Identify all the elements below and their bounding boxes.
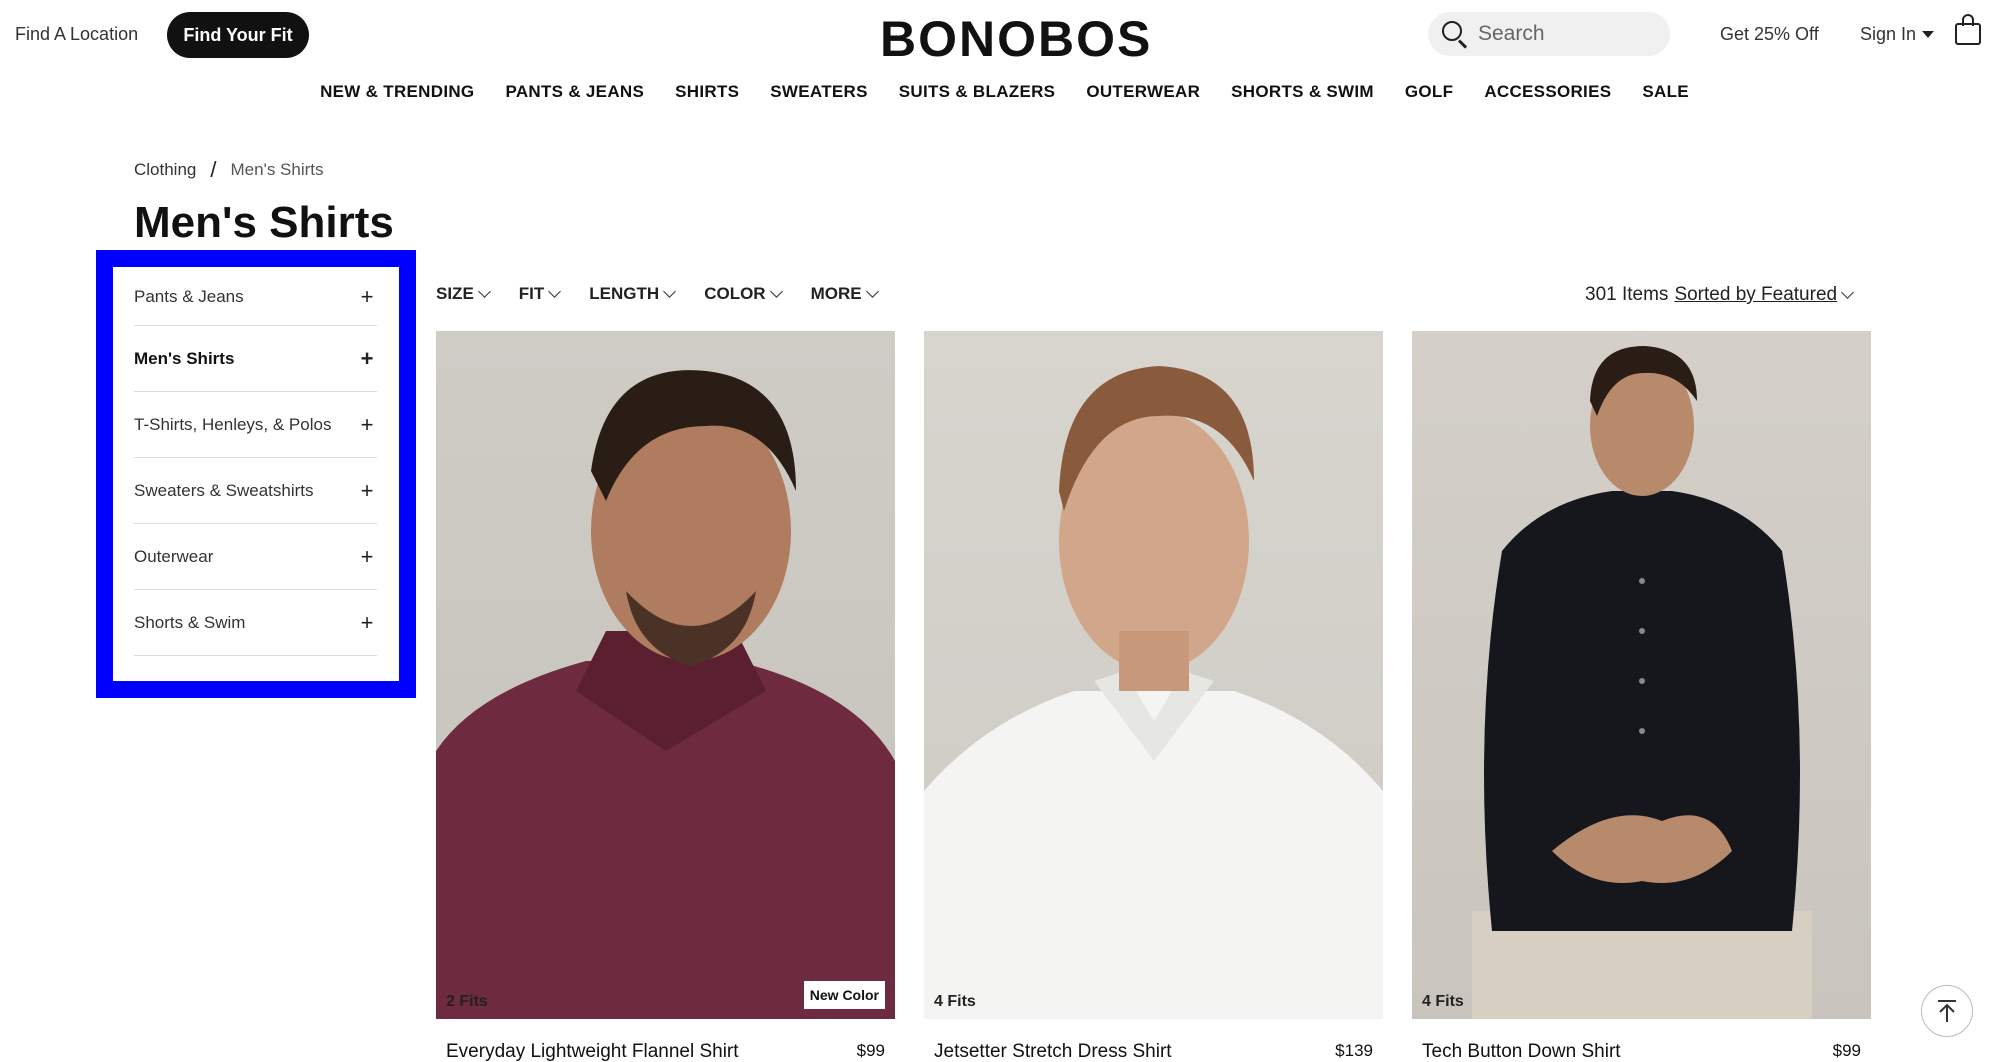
nav-golf[interactable]: GOLF [1405,82,1453,102]
sidebar-item-sweaters-sweatshirts[interactable]: Sweaters & Sweatshirts + [134,458,377,524]
product-price: $139 [1335,1041,1373,1060]
nav-sweaters[interactable]: SWEATERS [770,82,867,102]
nav-shorts-swim[interactable]: SHORTS & SWIM [1231,82,1374,102]
search-icon [1440,19,1470,49]
filter-label: MORE [810,284,862,303]
back-to-top-button[interactable] [1921,985,1973,1037]
sidebar-item-shorts-swim[interactable]: Shorts & Swim + [134,590,377,656]
chevron-down-icon [663,285,677,298]
sidebar-item-mens-shirts[interactable]: Men's Shirts + [134,326,377,392]
arrow-up-icon [1938,1000,1956,1022]
fits-label: 4 Fits [1422,993,1464,1010]
breadcrumb-separator: / [210,157,217,182]
nav-shirts[interactable]: SHIRTS [675,82,739,102]
nav-new-trending[interactable]: NEW & TRENDING [320,82,474,102]
product-name[interactable]: Everyday Lightweight Flannel Shirt [446,1041,739,1062]
filter-bar: SIZE FIT LENGTH COLOR MORE [436,284,879,304]
plus-icon[interactable]: + [357,478,377,504]
fits-label: 4 Fits [934,993,976,1010]
find-location-link[interactable]: Find A Location [15,24,138,45]
filter-length[interactable]: LENGTH [589,284,677,304]
nav-outerwear[interactable]: OUTERWEAR [1086,82,1200,102]
model-photo-flannel [436,370,895,1019]
model-photo-dress-shirt [924,366,1383,1019]
breadcrumb-current: Men's Shirts [230,160,324,179]
sign-in-label: Sign In [1860,24,1917,44]
fits-label: 2 Fits [446,993,488,1010]
filter-label: SIZE [436,284,474,303]
product-image[interactable]: 4 Fits [1412,331,1871,1019]
product-image[interactable]: 2 Fits New Color [436,331,895,1019]
sort-dropdown[interactable]: Sorted by Featured [1674,284,1837,306]
shopping-bag-icon[interactable] [1955,14,1983,45]
sidebar-item-label: Men's Shirts [134,348,235,368]
chevron-down-icon [865,285,879,298]
search-input[interactable] [1478,22,1648,46]
sidebar-item-label: Outerwear [134,546,214,566]
filter-fit[interactable]: FIT [518,284,562,304]
product-card[interactable]: 2 Fits New Color Everyday Lightweight Fl… [436,331,895,1062]
category-sidebar: Pants & Jeans + Men's Shirts + T-Shirts,… [134,268,377,656]
product-card[interactable]: 4 Fits Jetsetter Stretch Dress Shirt $13… [924,331,1383,1062]
chevron-down-icon [769,285,783,298]
caret-down-icon [1922,31,1935,38]
plus-icon[interactable]: + [357,284,377,310]
breadcrumb: Clothing / Men's Shirts [134,157,324,183]
new-color-badge: New Color [803,981,885,1009]
find-your-fit-button[interactable]: Find Your Fit [167,12,309,58]
chevron-down-icon [548,285,562,298]
nav-pants-jeans[interactable]: PANTS & JEANS [505,82,644,102]
product-card[interactable]: 4 Fits Tech Button Down Shirt $99 [1412,331,1871,1062]
plus-icon[interactable]: + [357,346,377,372]
product-price: $99 [856,1041,885,1060]
sidebar-item-pants-jeans[interactable]: Pants & Jeans + [134,268,377,326]
plus-icon[interactable]: + [357,610,377,636]
sidebar-item-label: Pants & Jeans [134,286,244,306]
filter-label: FIT [518,284,545,303]
model-photo-tech-shirt [1472,346,1812,1019]
product-name[interactable]: Tech Button Down Shirt [1422,1041,1621,1062]
sidebar-item-label: Shorts & Swim [134,612,246,632]
top-bar: Find A Location Find Your Fit BONOBOS Ge… [0,0,1999,70]
breadcrumb-clothing[interactable]: Clothing [134,160,196,180]
nav-suits-blazers[interactable]: SUITS & BLAZERS [899,82,1056,102]
chevron-down-icon [477,285,491,298]
results-sort: 301 Items Sorted by Featured [1585,284,1854,306]
nav-sale[interactable]: SALE [1642,82,1689,102]
chevron-down-icon[interactable] [1841,286,1854,299]
filter-label: COLOR [704,284,766,303]
promo-link[interactable]: Get 25% Off [1720,24,1819,45]
filter-color[interactable]: COLOR [704,284,783,304]
product-image[interactable]: 4 Fits [924,331,1383,1019]
nav-accessories[interactable]: ACCESSORIES [1484,82,1611,102]
product-name[interactable]: Jetsetter Stretch Dress Shirt [934,1041,1172,1062]
search-bar[interactable] [1428,12,1670,56]
bonobos-logo[interactable]: BONOBOS [880,10,1152,68]
sidebar-item-label: T-Shirts, Henleys, & Polos [134,414,332,434]
plus-icon[interactable]: + [357,412,377,438]
filter-size[interactable]: SIZE [436,284,491,304]
main-nav: NEW & TRENDING PANTS & JEANS SHIRTS SWEA… [0,82,1999,102]
filter-label: LENGTH [589,284,660,303]
page-title: Men's Shirts [134,198,394,247]
sign-in-menu[interactable]: Sign In [1860,24,1935,45]
sidebar-item-tshirts-henleys-polos[interactable]: T-Shirts, Henleys, & Polos + [134,392,377,458]
sidebar-item-outerwear[interactable]: Outerwear + [134,524,377,590]
results-count: 301 Items [1585,284,1669,305]
filter-more[interactable]: MORE [810,284,879,304]
plus-icon[interactable]: + [357,544,377,570]
sidebar-item-label: Sweaters & Sweatshirts [134,480,314,500]
product-price: $99 [1832,1041,1861,1060]
